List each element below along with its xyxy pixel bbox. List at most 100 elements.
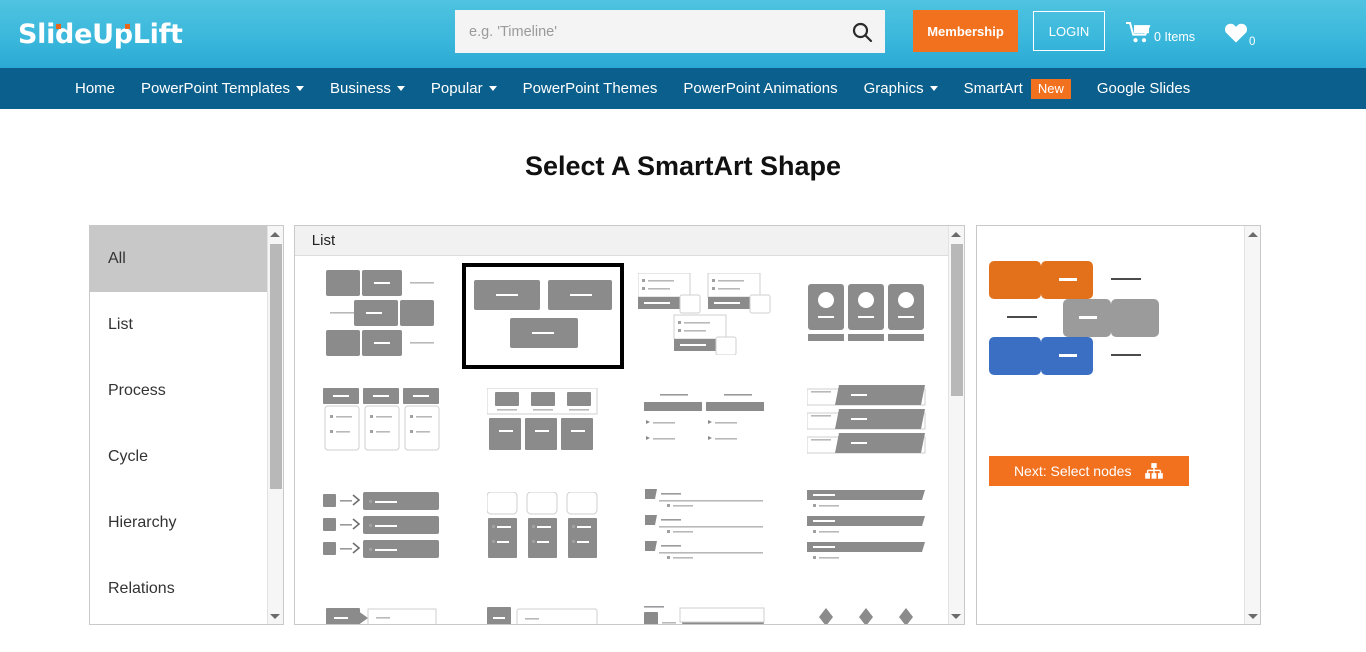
category-scrollbar[interactable] — [267, 226, 283, 624]
chevron-down-icon — [930, 86, 938, 91]
nav-item-smartart[interactable]: SmartArt New — [964, 79, 1071, 99]
login-button[interactable]: LOGIN — [1033, 11, 1105, 51]
category-item-relations[interactable]: Relations — [90, 556, 283, 622]
page-title: Select A SmartArt Shape — [0, 151, 1366, 182]
shape-thumbnail-12[interactable] — [301, 581, 463, 625]
shape-thumbnail-art — [487, 388, 599, 457]
site-header: SlideUpLift Membership LOGIN 0 Items — [0, 0, 1366, 68]
shape-row — [301, 581, 948, 625]
category-item-all[interactable]: All — [90, 226, 283, 292]
shape-grid-scrollbar[interactable] — [948, 226, 964, 624]
shape-thumbnail-art — [326, 608, 438, 626]
nav-item-label: Business — [330, 80, 391, 97]
nav-item-label: SmartArt — [964, 80, 1023, 97]
scroll-down-icon[interactable] — [1245, 608, 1260, 624]
scroll-down-icon[interactable] — [268, 608, 283, 624]
nav-item-home[interactable]: Home — [75, 80, 115, 97]
shape-thumbnail-7[interactable] — [786, 369, 948, 475]
wishlist-button[interactable]: 0 — [1224, 22, 1255, 49]
shape-thumbnail-art — [807, 385, 927, 460]
category-label: All — [108, 250, 126, 268]
nav-item-powerpoint-templates[interactable]: PowerPoint Templates — [141, 80, 304, 97]
wishlist-count-label: 0 — [1249, 36, 1255, 48]
cart-count-label: 0 Items — [1154, 30, 1195, 44]
next-select-nodes-button[interactable]: Next: Select nodes — [989, 456, 1189, 486]
shape-thumbnail-11[interactable] — [786, 475, 948, 581]
category-item-process[interactable]: Process — [90, 358, 283, 424]
shape-thumbnail-art — [644, 394, 766, 451]
nav-item-powerpoint-themes[interactable]: PowerPoint Themes — [523, 80, 658, 97]
shape-thumbnail-art — [811, 608, 923, 626]
search-input[interactable] — [455, 24, 839, 40]
shape-thumbnail-2[interactable] — [624, 263, 786, 369]
category-label: List — [108, 316, 133, 334]
shape-thumbnail-art — [644, 606, 766, 626]
nav-item-graphics[interactable]: Graphics — [864, 80, 938, 97]
search-icon[interactable] — [839, 10, 885, 53]
scroll-up-icon[interactable] — [1245, 226, 1260, 242]
shape-group-header: List — [295, 226, 964, 256]
nav-item-label: Popular — [431, 80, 483, 97]
shape-thumbnail-8[interactable] — [301, 475, 463, 581]
nav-item-powerpoint-animations[interactable]: PowerPoint Animations — [683, 80, 837, 97]
scroll-up-icon[interactable] — [949, 226, 964, 242]
shape-thumbnail-art — [645, 489, 765, 568]
shape-thumbnail-15[interactable] — [786, 581, 948, 625]
scroll-down-icon[interactable] — [949, 608, 964, 624]
nav-item-label: PowerPoint Animations — [683, 80, 837, 97]
shape-grid — [295, 257, 948, 624]
chevron-down-icon — [296, 86, 304, 91]
nav-item-label: PowerPoint Themes — [523, 80, 658, 97]
cart-button[interactable]: 0 Items — [1126, 22, 1195, 47]
heart-icon — [1224, 22, 1248, 49]
next-button-label: Next: Select nodes — [1014, 463, 1132, 479]
nav-item-popular[interactable]: Popular — [431, 80, 497, 97]
category-label: Relations — [108, 580, 175, 598]
nav-item-label: Graphics — [864, 80, 924, 97]
preview-scrollbar[interactable] — [1244, 226, 1260, 624]
nav-item-label: Google Slides — [1097, 80, 1190, 97]
search-box[interactable] — [455, 10, 885, 53]
shape-thumbnail-1[interactable] — [462, 263, 624, 369]
shape-thumbnail-art — [638, 273, 772, 360]
shape-thumbnail-4[interactable] — [301, 369, 463, 475]
shape-thumbnail-13[interactable] — [463, 581, 625, 625]
shape-thumbnail-art — [323, 388, 441, 457]
scroll-up-icon[interactable] — [268, 226, 283, 242]
nav-item-label: PowerPoint Templates — [141, 80, 290, 97]
category-item-hierarchy[interactable]: Hierarchy — [90, 490, 283, 556]
category-scroll-thumb[interactable] — [270, 244, 282, 489]
shape-thumbnail-art — [487, 607, 599, 626]
shape-row — [301, 369, 948, 475]
smartart-picker: All List Process Cycle Hierarchy Relations Li… — [89, 225, 1261, 625]
category-item-list[interactable]: List — [90, 292, 283, 358]
shape-thumbnail-9[interactable] — [463, 475, 625, 581]
chevron-down-icon — [397, 86, 405, 91]
category-label: Process — [108, 382, 166, 400]
nav-item-google-slides[interactable]: Google Slides — [1097, 80, 1190, 97]
logo-accent-dot-1 — [56, 24, 61, 29]
main-navigation: Home PowerPoint Templates Business Popular P… — [0, 68, 1366, 109]
nav-item-business[interactable]: Business — [330, 80, 405, 97]
logo-text: SlideUpLift — [18, 19, 183, 50]
shape-thumbnail-6[interactable] — [624, 369, 786, 475]
membership-button[interactable]: Membership — [913, 10, 1018, 52]
shape-thumbnail-art — [323, 492, 441, 565]
shape-thumbnail-0[interactable] — [301, 263, 463, 369]
shape-thumbnail-14[interactable] — [624, 581, 786, 625]
site-logo[interactable]: SlideUpLift — [18, 19, 183, 50]
shape-thumbnail-art — [472, 274, 614, 359]
shape-thumbnail-5[interactable] — [463, 369, 625, 475]
shape-thumbnail-art — [326, 266, 438, 367]
shape-grid-scroll-thumb[interactable] — [951, 244, 963, 396]
shape-thumbnail-3[interactable] — [786, 263, 948, 369]
nav-badge-new: New — [1031, 79, 1071, 99]
hierarchy-icon — [1145, 463, 1163, 479]
shape-row — [301, 475, 948, 581]
category-item-cycle[interactable]: Cycle — [90, 424, 283, 490]
shape-thumbnail-art — [808, 284, 926, 349]
shape-thumbnail-10[interactable] — [624, 475, 786, 581]
preview-artwork — [989, 261, 1239, 401]
category-label: Cycle — [108, 448, 148, 466]
nav-item-label: Home — [75, 80, 115, 97]
